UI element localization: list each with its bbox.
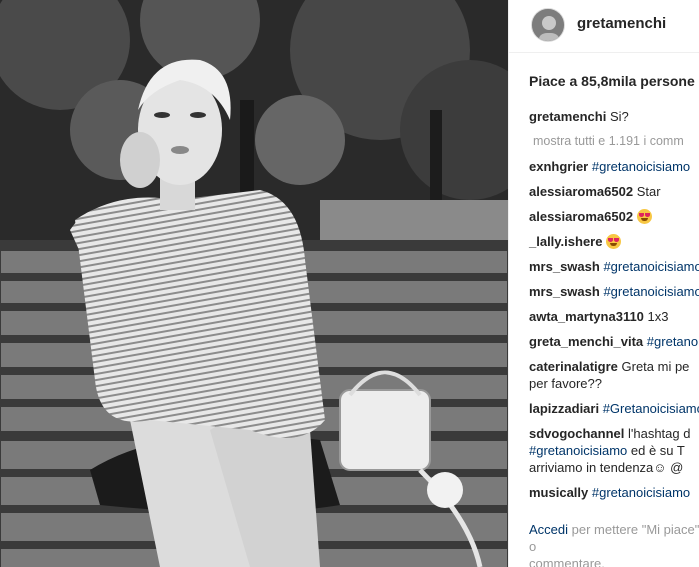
comment-username[interactable]: sdvogochannel [529,426,624,441]
comment-hashtag[interactable]: #gretanoicisiamo [592,159,690,174]
comment-username[interactable]: awta_martyna3110 [529,309,644,324]
list-item: greta_menchi_vita #gretanoicisiamo [529,333,699,350]
comment-text-line2: per favore?? [529,376,602,391]
post-photo[interactable] [0,0,508,567]
login-prompt-text-line2: commentare. [529,556,605,567]
comment-username[interactable]: _lally.ishere [529,234,602,249]
comment-text-line3: arriviamo in tendenza☺ @ [529,460,684,475]
comment-text-line2: ed è su T [627,443,685,458]
caption: gretamenchi Si? [529,108,699,125]
comment-text: Greta mi pe [621,359,690,374]
comment-username[interactable]: exnhgrier [529,159,588,174]
comment-hashtag[interactable]: #gretanoicisiamo [592,485,690,500]
list-item: caterinalatigre Greta mi pe per favore?? [529,358,699,392]
comment-username[interactable]: gretamenchi [529,109,606,124]
comment-username[interactable]: mrs_swash [529,259,600,274]
avatar[interactable] [531,8,565,42]
comment-username[interactable]: lapizzadiari [529,401,599,416]
post-header: gretamenchi [509,0,699,53]
list-item: mrs_swash #gretanoicisiamo [529,283,699,300]
header-username[interactable]: gretamenchi [577,15,666,32]
login-prompt: Accedi per mettere "Mi piace" o commenta… [529,521,699,567]
list-item: awta_martyna3110 1x3 [529,308,699,325]
comment-username[interactable]: alessiaroma6502 [529,184,633,199]
list-item: exnhgrier #gretanoicisiamo [529,158,699,175]
comment-username[interactable]: alessiaroma6502 [529,209,633,224]
list-item: alessiaroma6502 [529,208,699,225]
comment-username[interactable]: greta_menchi_vita [529,334,643,349]
comment-list: gretamenchi Si? mostra tutti e 1.191 i c… [529,108,699,509]
likes-count[interactable]: Piace a 85,8mila persone [529,73,695,89]
comment-hashtag[interactable]: #gretanoicisiamo [647,334,699,349]
comment-text: Star [636,184,661,199]
photo-illustration [0,0,508,567]
instagram-post: gretamenchi Piace a 85,8mila persone gre… [0,0,699,567]
comment-hashtag[interactable]: #gretanoicisiamo [529,443,627,458]
login-link[interactable]: Accedi [529,522,568,537]
list-item: musically #gretanoicisiamo [529,484,699,501]
comment-text: 1x3 [647,309,669,324]
comment-hashtag[interactable]: #gretanoicisiamo [603,259,699,274]
comment-username[interactable]: caterinalatigre [529,359,618,374]
comment-username[interactable]: mrs_swash [529,284,600,299]
comment-hashtag[interactable]: #Gretanoicisiamo [603,401,699,416]
list-item: alessiaroma6502 Star [529,183,699,200]
comment-hashtag[interactable]: #gretanoicisiamo [603,284,699,299]
comment-text: l'hashtag d [627,426,691,441]
show-all-comments-link[interactable]: mostra tutti e 1.191 i comm [533,133,699,150]
heart-eyes-emoji-icon [636,209,652,224]
comment-text: Si? [609,109,629,124]
list-item: sdvogochannel l'hashtag d #gretanoicisia… [529,425,699,476]
heart-eyes-emoji-icon [606,234,622,249]
post-sidebar: gretamenchi Piace a 85,8mila persone gre… [508,0,699,567]
list-item: mrs_swash #gretanoicisiamo [529,258,699,275]
list-item: _lally.ishere [529,233,699,250]
list-item: lapizzadiari #Gretanoicisiamo [529,400,699,417]
comment-username[interactable]: musically [529,485,588,500]
